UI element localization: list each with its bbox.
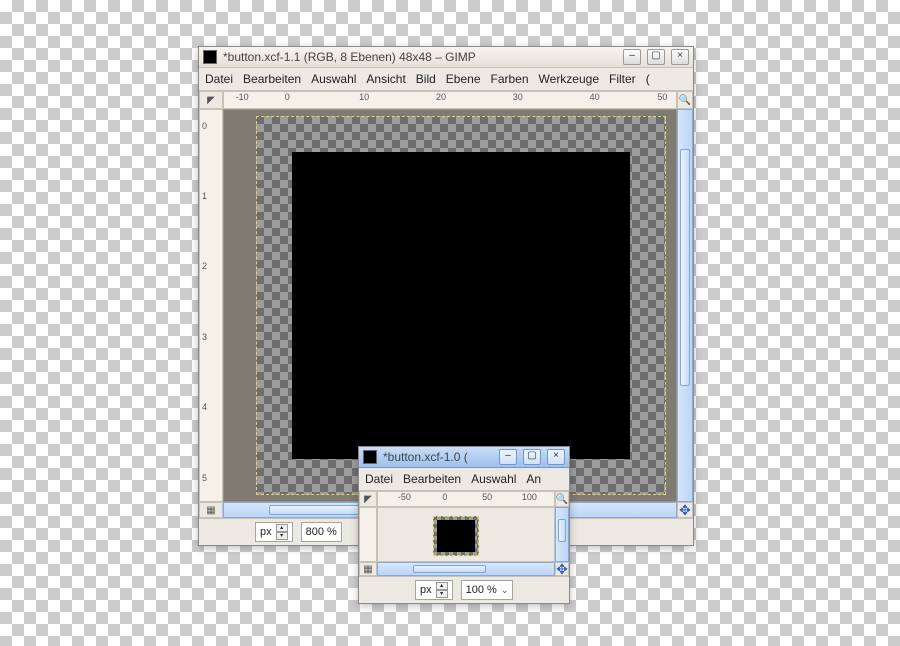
menubar: Datei Bearbeiten Auswahl An [359,468,569,491]
image-layer-bounds [256,116,666,495]
gimp-secondary-window: *button.xcf-1.0 ( – ▢ × Datei Bearbeiten… [358,446,570,604]
menu-edit[interactable]: Bearbeiten [243,72,301,86]
hruler-tick: 30 [513,92,523,102]
image-layer-bounds [433,516,479,556]
zoom-label: 100 % [466,584,497,596]
navigate-icon[interactable]: ✥ [555,562,569,576]
maximize-button[interactable]: ▢ [647,49,665,65]
zoom-selector[interactable]: 100 % ⌄ [461,580,514,600]
close-button[interactable]: × [547,449,565,465]
vruler-tick: 1 [202,191,207,201]
window-title: *button.xcf-1.0 ( [383,450,493,464]
menu-file[interactable]: Datei [365,472,393,486]
maximize-button[interactable]: ▢ [523,449,541,465]
vertical-scroll-thumb[interactable] [558,519,566,542]
unit-selector[interactable]: px ▴▾ [255,522,293,542]
hruler-tick: 50 [482,492,492,502]
origin-corner[interactable]: ◤ [359,491,377,507]
unit-spinner[interactable]: ▴▾ [276,524,288,540]
menu-colors[interactable]: Farben [491,72,529,86]
canvas[interactable] [377,507,555,562]
menu-image[interactable]: Bild [416,72,436,86]
origin-corner[interactable]: ◤ [199,91,223,109]
minimize-button[interactable]: – [623,49,641,65]
vruler-tick: 2 [202,261,207,271]
titlebar[interactable]: *button.xcf-1.1 (RGB, 8 Ebenen) 48x48 – … [199,47,693,68]
close-button[interactable]: × [671,49,689,65]
menu-select[interactable]: Auswahl [471,472,516,486]
quickmask-icon[interactable]: ▦ [359,562,377,576]
image-content [292,152,630,459]
hruler-tick: -10 [236,92,249,102]
vertical-ruler[interactable]: 0 1 2 3 4 5 [199,109,223,502]
menu-filters[interactable]: Filter [609,72,636,86]
hruler-tick: 50 [657,92,667,102]
zoom-selector[interactable]: 800 % [301,522,342,542]
horizontal-ruler[interactable]: -10 0 10 20 30 40 50 [223,91,677,109]
menu-overflow[interactable]: ( [646,72,650,86]
menu-edit[interactable]: Bearbeiten [403,472,461,486]
hruler-tick: 0 [442,492,447,502]
horizontal-ruler[interactable]: -50 0 50 100 [377,491,555,507]
zoom-label: 800 % [306,526,337,538]
vertical-ruler[interactable] [359,507,377,562]
image-content [437,520,475,552]
hruler-tick: 100 [522,492,537,502]
vruler-tick: 0 [202,121,207,131]
titlebar-icon [363,450,377,464]
menu-view[interactable]: Ansicht [366,72,405,86]
titlebar-icon [203,50,217,64]
vertical-scrollbar[interactable] [677,109,693,502]
vertical-scroll-thumb[interactable] [680,149,690,386]
horizontal-scroll-thumb[interactable] [413,565,485,573]
quickmask-icon[interactable]: ▦ [199,502,223,518]
hruler-tick: 0 [285,92,290,102]
vruler-tick: 4 [202,402,207,412]
hruler-tick: 20 [436,92,446,102]
canvas[interactable] [223,109,677,502]
unit-label: px [260,526,272,538]
menu-tools[interactable]: Werkzeuge [539,72,599,86]
vertical-scrollbar[interactable] [555,507,569,562]
zoom-fit-icon[interactable]: 🔍 [555,491,569,507]
hruler-tick: -50 [398,492,411,502]
hruler-tick: 10 [359,92,369,102]
unit-spinner[interactable]: ▴▾ [436,582,448,598]
minimize-button[interactable]: – [499,449,517,465]
work-area: ◤ -50 0 50 100 🔍 ▦ ✥ [359,491,569,576]
unit-selector[interactable]: px ▴▾ [415,580,453,600]
vruler-tick: 3 [202,332,207,342]
horizontal-scrollbar[interactable] [377,562,555,576]
menubar: Datei Bearbeiten Auswahl Ansicht Bild Eb… [199,68,693,91]
zoom-fit-icon[interactable]: 🔍 [677,91,693,109]
menu-select[interactable]: Auswahl [311,72,356,86]
unit-label: px [420,584,432,596]
chevron-down-icon: ⌄ [501,585,509,596]
vruler-tick: 5 [202,473,207,483]
statusbar: px ▴▾ 100 % ⌄ [359,576,569,603]
menu-overflow[interactable]: An [526,472,541,486]
menu-layer[interactable]: Ebene [446,72,481,86]
titlebar[interactable]: *button.xcf-1.0 ( – ▢ × [359,447,569,468]
navigate-icon[interactable]: ✥ [677,502,693,518]
hruler-tick: 40 [590,92,600,102]
window-title: *button.xcf-1.1 (RGB, 8 Ebenen) 48x48 – … [223,50,617,64]
menu-file[interactable]: Datei [205,72,233,86]
